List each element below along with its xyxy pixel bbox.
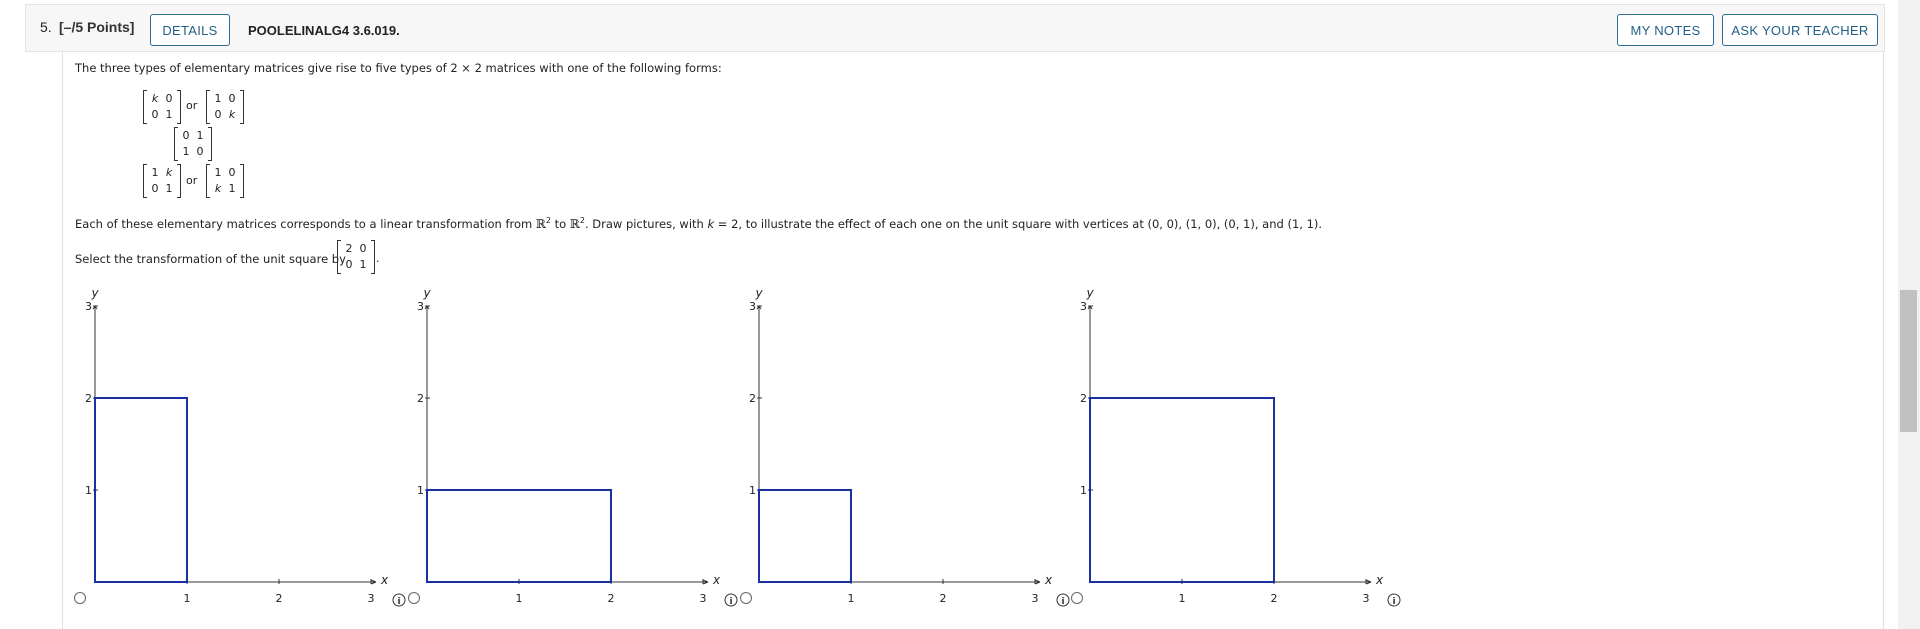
transformed-square bbox=[94, 397, 188, 583]
transformed-square bbox=[758, 489, 852, 583]
matrix-1-0-k-1: 1 0 k 1 bbox=[206, 164, 244, 198]
y-tick-label: 1 bbox=[85, 484, 92, 497]
x-tick-label: 2 bbox=[940, 592, 947, 605]
y-tick-label: 2 bbox=[85, 392, 92, 405]
y-tick-label: 1 bbox=[749, 484, 756, 497]
y-axis-label: y bbox=[1085, 286, 1094, 300]
x-tick-label: 2 bbox=[276, 592, 283, 605]
matrix-k-0-0-1: k 0 0 1 bbox=[143, 90, 181, 124]
graph-option-4: 112233xyi bbox=[1071, 286, 1401, 607]
radio-button-option-3[interactable] bbox=[740, 592, 752, 604]
matrix-1-k-0-1: 1 k 0 1 bbox=[143, 164, 181, 198]
x-tick-label: 3 bbox=[700, 592, 707, 605]
select-prompt: Select the transformation of the unit sq… bbox=[75, 252, 346, 266]
x-axis-label: x bbox=[712, 573, 721, 587]
question-header: 5. [–/5 Points] DETAILS POOLELINALG4 3.6… bbox=[25, 4, 1885, 52]
info-icon-glyph: i bbox=[1392, 597, 1395, 607]
y-tick-label: 2 bbox=[417, 392, 424, 405]
question-number: 5. bbox=[40, 19, 52, 35]
problem-code: POOLELINALG4 3.6.019. bbox=[248, 23, 400, 38]
transformed-square bbox=[1089, 397, 1275, 583]
x-tick-label: 1 bbox=[1179, 592, 1186, 605]
graph-option-1: 112233xyi bbox=[74, 286, 406, 607]
x-tick-label: 2 bbox=[608, 592, 615, 605]
transformed-square bbox=[426, 489, 612, 583]
radio-button-option-4[interactable] bbox=[1071, 592, 1083, 604]
my-notes-button[interactable]: MY NOTES bbox=[1617, 14, 1714, 46]
y-tick-label: 3 bbox=[749, 300, 756, 313]
x-tick-label: 3 bbox=[1363, 592, 1370, 605]
y-axis-label: y bbox=[754, 286, 763, 300]
ask-your-teacher-button[interactable]: ASK YOUR TEACHER bbox=[1722, 14, 1878, 46]
y-tick-label: 2 bbox=[1080, 392, 1087, 405]
matrix-1-0-0-k: 1 0 0 k bbox=[206, 90, 244, 124]
x-tick-label: 3 bbox=[368, 592, 375, 605]
matrix-0-1-1-0: 0 1 1 0 bbox=[174, 127, 212, 161]
instruction-text: Each of these elementary matrices corres… bbox=[75, 216, 1323, 231]
y-tick-label: 3 bbox=[417, 300, 424, 313]
y-tick-label: 2 bbox=[749, 392, 756, 405]
y-tick-label: 1 bbox=[1080, 484, 1087, 497]
x-tick-label: 3 bbox=[1032, 592, 1039, 605]
y-tick-label: 3 bbox=[1080, 300, 1087, 313]
x-axis-label: x bbox=[1044, 573, 1053, 587]
points-label: [–/5 Points] bbox=[59, 19, 135, 35]
x-axis-label: x bbox=[380, 573, 389, 587]
or-label: or bbox=[186, 99, 198, 112]
x-tick-label: 1 bbox=[848, 592, 855, 605]
x-tick-label: 1 bbox=[516, 592, 523, 605]
radio-button-option-1[interactable] bbox=[74, 592, 86, 604]
or-label: or bbox=[186, 174, 198, 187]
y-tick-label: 1 bbox=[417, 484, 424, 497]
radio-button-option-2[interactable] bbox=[408, 592, 420, 604]
y-tick-label: 3 bbox=[85, 300, 92, 313]
intro-text: The three types of elementary matrices g… bbox=[75, 61, 722, 75]
graph-option-3: 112233xyi bbox=[740, 286, 1070, 607]
details-button[interactable]: DETAILS bbox=[150, 14, 230, 46]
x-axis-label: x bbox=[1375, 573, 1384, 587]
x-tick-label: 2 bbox=[1271, 592, 1278, 605]
x-tick-label: 1 bbox=[184, 592, 191, 605]
info-icon-glyph: i bbox=[1061, 597, 1064, 607]
answer-graphs: 112233xyi 112233xyi 112233xyi 112233xyi bbox=[74, 286, 1401, 607]
select-matrix: 2 0 0 1 bbox=[337, 240, 375, 274]
scrollbar-thumb[interactable] bbox=[1900, 290, 1917, 432]
y-axis-label: y bbox=[90, 286, 99, 300]
info-icon-glyph: i bbox=[729, 597, 732, 607]
y-axis-label: y bbox=[422, 286, 431, 300]
info-icon-glyph: i bbox=[397, 597, 400, 607]
graph-option-2: 112233xyi bbox=[408, 286, 738, 607]
